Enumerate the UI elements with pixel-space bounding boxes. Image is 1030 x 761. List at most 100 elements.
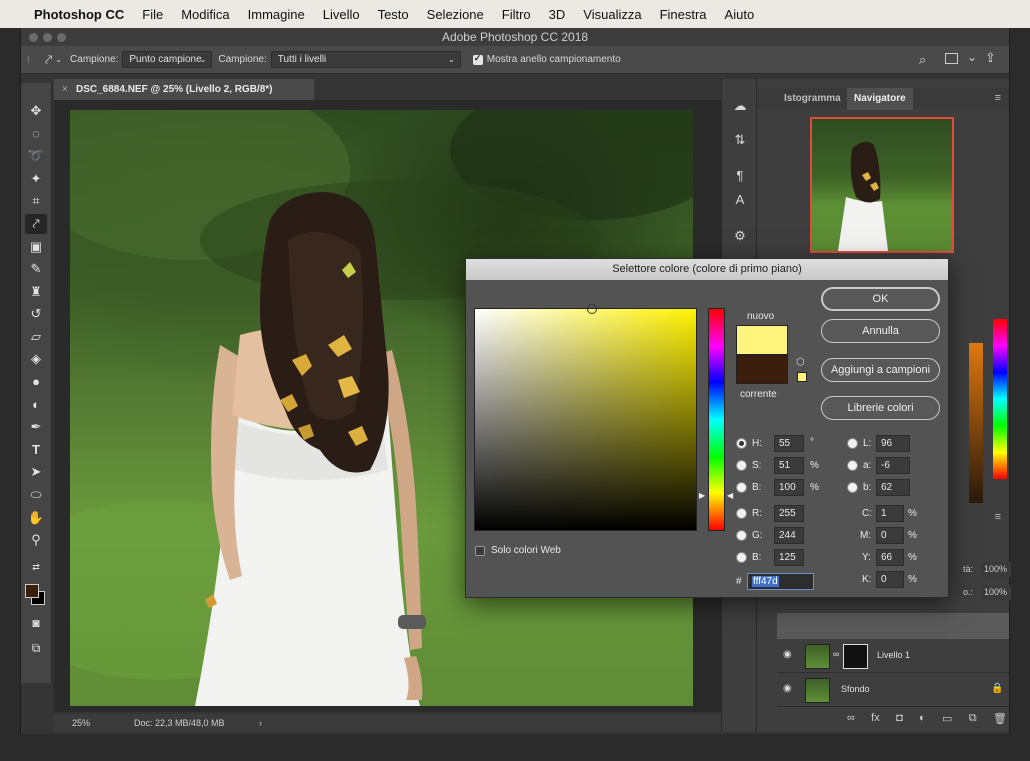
sample-layers-select[interactable]: Tutti i livelli ⌄ — [270, 51, 461, 68]
zoom-tool-icon[interactable]: ⚲ — [25, 530, 47, 550]
web-colors-only-checkbox[interactable] — [475, 546, 485, 556]
healing-brush-tool-icon[interactable]: ▣ — [25, 237, 47, 257]
menu-aiuto[interactable]: Aiuto — [716, 7, 764, 22]
tab-navigator[interactable]: Navigatore — [847, 88, 913, 110]
pen-tool-icon[interactable]: ✒ — [25, 417, 47, 437]
radio-hue[interactable] — [736, 438, 747, 449]
history-brush-tool-icon[interactable]: ↺ — [25, 304, 47, 324]
add-mask-icon[interactable]: ◘ — [896, 712, 903, 730]
yellow-field[interactable]: 66 — [876, 549, 904, 566]
opacity-field[interactable]: 100% — [981, 562, 1011, 577]
out-of-gamut-cube-icon[interactable]: ⬡ — [796, 357, 805, 368]
lightness-field[interactable]: 96 — [876, 435, 910, 452]
eyedropper-icon[interactable]: ⤤ — [45, 52, 52, 68]
path-selection-tool-icon[interactable]: ➤ — [25, 462, 47, 482]
swap-colors-icon[interactable]: ⇄ — [25, 557, 47, 577]
saturation-field[interactable]: 51 — [774, 457, 804, 474]
adjustment-layer-icon[interactable]: ◐ — [919, 712, 926, 730]
libraries-icon[interactable]: ☁ — [729, 95, 751, 117]
color-libraries-button[interactable]: Librerie colori — [821, 396, 940, 420]
show-ring-checkbox[interactable] — [472, 53, 483, 65]
workspace-chevron-icon[interactable]: ⌄ — [967, 50, 977, 64]
menu-livello[interactable]: Livello — [314, 7, 369, 22]
share-icon[interactable]: ⇪ — [985, 50, 996, 66]
navigator-thumbnail[interactable] — [810, 117, 954, 253]
menu-file[interactable]: File — [133, 7, 172, 22]
hand-tool-icon[interactable]: ✋ — [25, 508, 47, 528]
color-panel-hue-bar[interactable] — [993, 319, 1007, 479]
color-field-cursor[interactable] — [587, 304, 597, 314]
a-field[interactable]: -6 — [876, 457, 910, 474]
tab-histogram[interactable]: Istogramma — [777, 88, 848, 110]
current-color-swatch[interactable] — [736, 355, 788, 384]
menu-selezione[interactable]: Selezione — [418, 7, 493, 22]
move-tool-icon[interactable]: ✥ — [25, 101, 47, 121]
radio-lightness[interactable] — [847, 438, 858, 449]
add-to-swatches-button[interactable]: Aggiungi a campioni — [821, 358, 940, 382]
hue-field[interactable]: 55 — [774, 435, 804, 452]
brightness-field[interactable]: 100 — [774, 479, 804, 496]
document-tab[interactable]: × DSC_6884.NEF @ 25% (Livello 2, RGB/8*) — [54, 79, 314, 100]
brush-tool-icon[interactable]: ✎ — [25, 259, 47, 279]
menu-modifica[interactable]: Modifica — [172, 7, 238, 22]
ok-button[interactable]: OK — [821, 287, 940, 311]
tool-preset-chevron-icon[interactable]: ⌄ — [55, 55, 62, 64]
layer-row[interactable]: ◉ Sfondo 🔒 — [777, 673, 1009, 707]
cyan-field[interactable]: 1 — [876, 505, 904, 522]
foreground-color-swatch[interactable] — [25, 584, 39, 598]
radio-green[interactable] — [736, 530, 747, 541]
layers-panel-menu-icon[interactable]: ≡ — [995, 511, 1001, 523]
zoom-window-button[interactable] — [57, 33, 66, 42]
dodge-tool-icon[interactable]: ◐ — [25, 395, 47, 415]
new-layer-icon[interactable]: ⧉ — [969, 712, 977, 730]
paragraph-icon[interactable]: ¶ — [729, 165, 751, 187]
sample-size-select[interactable]: Punto campione ⌄ — [122, 51, 213, 68]
menu-visualizza[interactable]: Visualizza — [574, 7, 650, 22]
visibility-eye-icon[interactable]: ◉ — [783, 649, 792, 660]
workspace-icon[interactable] — [945, 53, 958, 64]
magenta-field[interactable]: 0 — [876, 527, 904, 544]
visibility-eye-icon[interactable]: ◉ — [783, 683, 792, 694]
menu-testo[interactable]: Testo — [369, 7, 418, 22]
layer-row[interactable]: ◉ ∞ Livello 1 — [777, 639, 1009, 673]
eyedropper-tool-icon[interactable]: ⤤ — [25, 214, 47, 234]
delete-layer-icon[interactable]: 🗑 — [993, 712, 1007, 730]
b-field[interactable]: 62 — [876, 479, 910, 496]
fill-field[interactable]: 100% — [981, 585, 1011, 600]
crop-tool-icon[interactable]: ⌗ — [25, 191, 47, 211]
minimize-window-button[interactable] — [43, 33, 52, 42]
new-color-swatch[interactable] — [736, 325, 788, 355]
blur-tool-icon[interactable]: ● — [25, 372, 47, 392]
link-icon[interactable]: ∞ — [833, 649, 839, 659]
radio-saturation[interactable] — [736, 460, 747, 471]
menu-immagine[interactable]: Immagine — [239, 7, 314, 22]
saturation-brightness-field[interactable] — [474, 304, 697, 531]
adjustments-icon[interactable]: ⇅ — [729, 129, 751, 151]
screen-mode-icon[interactable]: ⧉ — [25, 638, 47, 658]
color-panel-preview[interactable] — [969, 343, 983, 503]
menu-filtro[interactable]: Filtro — [493, 7, 540, 22]
radio-b[interactable] — [847, 482, 858, 493]
fx-icon[interactable]: fx — [871, 712, 880, 730]
character-icon[interactable]: A — [729, 189, 751, 211]
quick-mask-icon[interactable]: ◙ — [25, 613, 47, 633]
close-window-button[interactable] — [29, 33, 38, 42]
green-field[interactable]: 244 — [774, 527, 804, 544]
link-layers-icon[interactable]: ∞ — [847, 712, 855, 730]
zoom-level[interactable]: 25% — [72, 714, 90, 732]
panel-menu-icon[interactable]: ≡ — [995, 92, 1001, 104]
hue-slider-left-arrow[interactable]: ▶ — [699, 491, 705, 500]
red-field[interactable]: 255 — [774, 505, 804, 522]
type-tool-icon[interactable]: T — [25, 440, 47, 460]
layer-mask-thumbnail[interactable] — [843, 644, 868, 669]
group-icon[interactable]: ▭ — [942, 712, 952, 730]
eraser-tool-icon[interactable]: ▱ — [25, 327, 47, 347]
radio-blue[interactable] — [736, 552, 747, 563]
close-document-icon[interactable]: × — [62, 79, 68, 100]
magic-wand-tool-icon[interactable]: ✦ — [25, 169, 47, 189]
black-field[interactable]: 0 — [876, 571, 904, 588]
web-safe-swatch[interactable] — [797, 372, 807, 382]
blue-field[interactable]: 125 — [774, 549, 804, 566]
search-icon[interactable]: ⌕ — [919, 52, 926, 68]
radio-brightness[interactable] — [736, 482, 747, 493]
